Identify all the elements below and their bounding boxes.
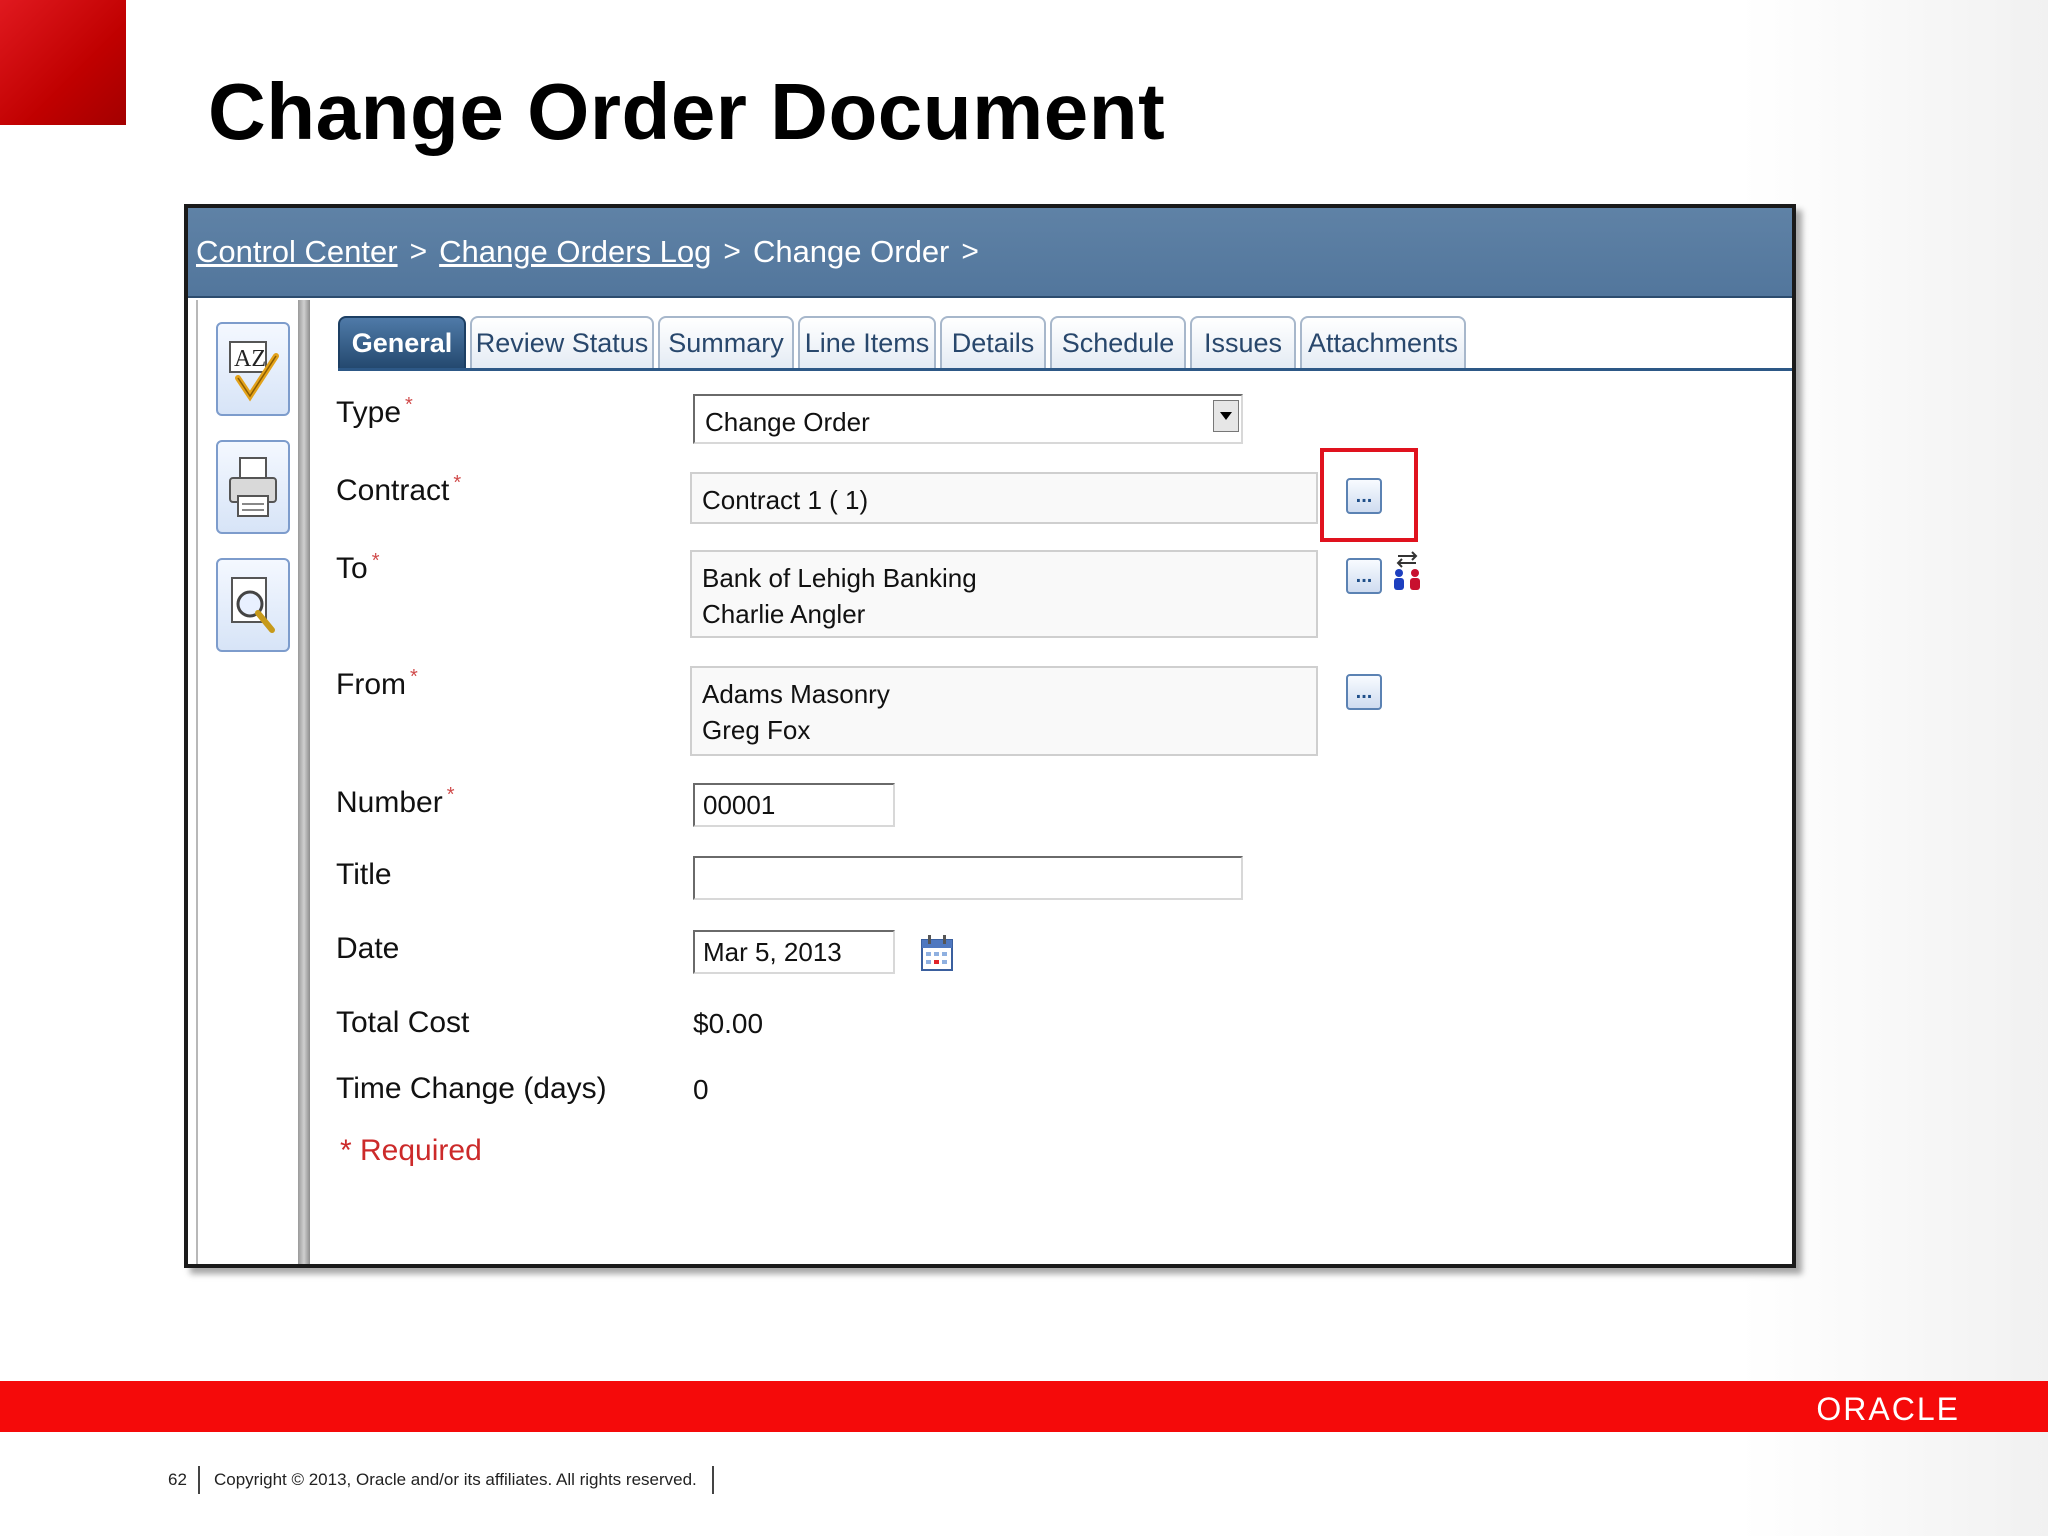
type-select-value: Change Order <box>705 407 870 437</box>
spell-check-button[interactable]: AZ <box>216 322 290 416</box>
contract-lookup-button[interactable]: ... <box>1346 478 1382 514</box>
from-contact: Greg Fox <box>702 715 811 745</box>
contract-value: Contract 1 ( 1) <box>702 485 869 515</box>
breadcrumb: Control Center > Change Orders Log > Cha… <box>188 208 1792 298</box>
contract-label: Contract * <box>336 472 461 508</box>
type-label-text: Type <box>336 396 402 429</box>
page-number: 62 <box>168 1470 187 1489</box>
magnifier-document-icon <box>231 577 275 633</box>
svg-text:AZ: AZ <box>234 346 266 372</box>
total-cost-value: $0.00 <box>693 1008 764 1039</box>
total-cost-label: Total Cost <box>336 1006 470 1039</box>
required-mark: * <box>446 784 455 806</box>
printer-icon <box>229 457 277 517</box>
type-select[interactable]: Change Order <box>693 394 1243 444</box>
left-toolbar: AZ <box>196 300 290 1264</box>
tab-issues[interactable]: Issues <box>1190 316 1296 368</box>
panel-divider[interactable] <box>298 300 310 1264</box>
from-label: From * <box>336 666 418 702</box>
footer-bar: ORACLE <box>0 1381 2048 1432</box>
breadcrumb-separator: > <box>961 235 979 268</box>
spell-check-az-icon: AZ <box>229 341 279 402</box>
footer-divider <box>198 1466 200 1494</box>
number-label: Number * <box>336 784 455 820</box>
breadcrumb-control-center[interactable]: Control Center <box>196 234 398 270</box>
required-mark: * <box>410 666 418 688</box>
required-note: * Required <box>340 1134 482 1167</box>
breadcrumb-separator: > <box>409 235 428 268</box>
to-contact: Charlie Angler <box>702 599 866 629</box>
tab-line-items[interactable]: Line Items <box>798 316 936 368</box>
time-change-label: Time Change (days) <box>336 1072 607 1105</box>
tab-strip: General Review Status Summary Line Items… <box>338 308 1792 371</box>
print-preview-button[interactable] <box>216 558 290 652</box>
required-mark: * <box>405 394 413 416</box>
number-label-text: Number <box>336 786 443 819</box>
required-mark: * <box>371 550 380 572</box>
tab-schedule[interactable]: Schedule <box>1050 316 1186 368</box>
chevron-down-icon[interactable] <box>1213 400 1239 432</box>
contract-field: Contract 1 ( 1) <box>690 472 1318 524</box>
brand-corner-block <box>0 0 126 125</box>
tab-general[interactable]: General <box>338 316 466 368</box>
swap-contacts-icon[interactable] <box>1390 550 1424 596</box>
breadcrumb-change-order: Change Order <box>752 234 950 269</box>
tab-details[interactable]: Details <box>940 316 1046 368</box>
to-label-text: To <box>336 552 368 585</box>
footer-divider <box>712 1466 714 1494</box>
tab-attachments[interactable]: Attachments <box>1300 316 1466 368</box>
title-input[interactable] <box>693 856 1243 900</box>
slide-title: Change Order Document <box>208 67 1166 156</box>
number-input[interactable]: 00001 <box>693 783 895 827</box>
to-company: Bank of Lehigh Banking <box>702 563 977 593</box>
breadcrumb-change-orders-log[interactable]: Change Orders Log <box>439 234 711 270</box>
copyright-text: Copyright © 2013, Oracle and/or its affi… <box>214 1470 697 1489</box>
type-label: Type * <box>336 394 413 430</box>
title-label: Title <box>336 858 392 891</box>
tab-summary[interactable]: Summary <box>658 316 794 368</box>
app-window: Control Center > Change Orders Log > Cha… <box>184 204 1796 1268</box>
print-button[interactable] <box>216 440 290 534</box>
date-input[interactable]: Mar 5, 2013 <box>693 930 895 974</box>
required-mark: * <box>453 472 462 494</box>
to-lookup-button[interactable]: ... <box>1346 558 1382 594</box>
tab-review-status[interactable]: Review Status <box>470 316 654 368</box>
oracle-logo: ORACLE <box>1816 1391 1960 1427</box>
contract-label-text: Contract <box>336 474 450 507</box>
from-label-text: From <box>336 668 406 701</box>
date-label: Date <box>336 932 400 965</box>
to-label: To * <box>336 550 379 586</box>
from-lookup-button[interactable]: ... <box>1346 674 1382 710</box>
from-field: Adams Masonry Greg Fox <box>690 666 1318 756</box>
time-change-value: 0 <box>693 1074 709 1105</box>
from-company: Adams Masonry <box>702 679 890 709</box>
breadcrumb-separator: > <box>723 235 741 268</box>
calendar-icon[interactable] <box>920 934 954 972</box>
to-field: Bank of Lehigh Banking Charlie Angler <box>690 550 1318 638</box>
